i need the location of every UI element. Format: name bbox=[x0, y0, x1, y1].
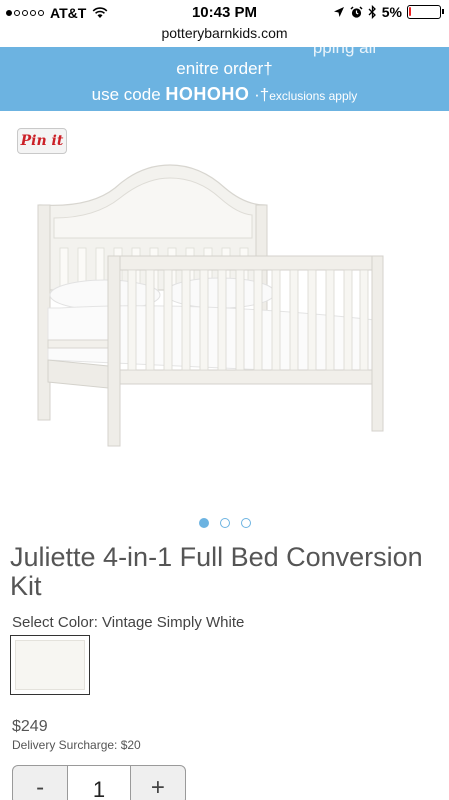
carousel-dot[interactable] bbox=[219, 518, 230, 528]
product-title: Juliette 4-in-1 Full Bed Conversion Kit bbox=[10, 542, 423, 601]
bluetooth-icon bbox=[368, 5, 376, 19]
quantity-input[interactable]: 1 bbox=[67, 766, 131, 800]
promo-line-2: use code HOHOHO ·†exclusions apply bbox=[0, 84, 449, 105]
promo-code: HOHOHO bbox=[165, 84, 250, 104]
promo-exclusions: exclusions apply bbox=[269, 89, 358, 103]
promo-code-prefix: use code bbox=[91, 85, 166, 104]
carousel-dot[interactable] bbox=[198, 518, 209, 528]
pin-it-button[interactable]: Pin it bbox=[17, 128, 67, 154]
promo-line-1: enitre order† bbox=[176, 59, 273, 78]
battery-level bbox=[409, 7, 411, 16]
color-swatch-vintage-simply-white bbox=[15, 640, 85, 690]
select-color-label: Select Color: Vintage Simply White bbox=[12, 614, 245, 631]
quantity-stepper: - 1 + bbox=[12, 765, 186, 800]
delivery-surcharge: Delivery Surcharge: $20 bbox=[12, 738, 141, 752]
decrease-quantity-button[interactable]: - bbox=[13, 766, 67, 800]
battery-percent: 5% bbox=[381, 4, 402, 20]
product-image[interactable] bbox=[20, 160, 400, 460]
color-swatch-selected[interactable] bbox=[10, 635, 90, 695]
product-price: $249 bbox=[12, 718, 48, 735]
status-bar: AT&T 10:43 PM 5% bbox=[0, 0, 449, 26]
location-arrow-icon bbox=[333, 7, 344, 17]
carousel-dot[interactable] bbox=[240, 518, 251, 528]
battery-icon bbox=[407, 5, 444, 19]
promo-code-suffix: ·† bbox=[249, 85, 270, 104]
promo-banner[interactable]: pping all enitre order† use code HOHOHO … bbox=[0, 47, 449, 111]
status-right: 5% bbox=[333, 4, 444, 20]
promo-partial-line: pping all bbox=[312, 47, 377, 57]
url-bar[interactable]: potterybarnkids.com bbox=[0, 25, 449, 47]
increase-quantity-button[interactable]: + bbox=[131, 766, 185, 800]
alarm-clock-icon bbox=[350, 5, 363, 18]
image-carousel-indicator[interactable] bbox=[0, 518, 449, 528]
